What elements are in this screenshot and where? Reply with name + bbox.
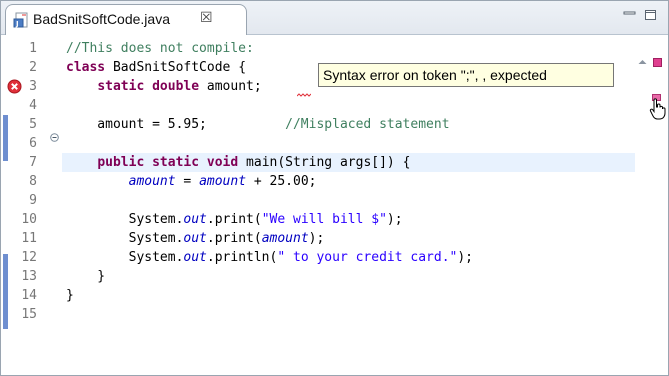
code-line[interactable]: amount = amount + 25.00; — [66, 172, 317, 191]
line-number: 14 — [21, 288, 37, 303]
code-line[interactable]: } — [66, 286, 74, 305]
line-number: 7 — [29, 155, 37, 170]
tab-badsnitsoftcode[interactable]: J BadSnitSoftCode.java ☒ — [5, 4, 247, 35]
code-line[interactable]: public static void main(String args[]) { — [66, 153, 410, 172]
line-number: 1 — [29, 41, 37, 56]
line-number: 2 — [29, 60, 37, 75]
code-line[interactable]: static double amount; — [66, 77, 261, 96]
change-bar — [3, 115, 8, 161]
line-number: 15 — [21, 307, 37, 322]
line-number: 13 — [21, 269, 37, 284]
overview-ruler[interactable] — [635, 35, 668, 375]
change-bar — [3, 254, 8, 329]
error-tooltip: Syntax error on token ";", , expected — [318, 63, 614, 87]
code-line[interactable]: System.out.println(" to your credit card… — [66, 248, 473, 267]
tab-title: BadSnitSoftCode.java — [33, 11, 170, 27]
code-line[interactable]: class BadSnitSoftCode { — [66, 58, 246, 77]
line-number: 5 — [29, 117, 37, 132]
line-number: 9 — [29, 193, 37, 208]
minimize-icon[interactable] — [623, 9, 637, 21]
close-icon[interactable]: ☒ — [200, 10, 213, 26]
code-line[interactable]: //This does not compile: — [66, 39, 254, 58]
java-file-icon: J — [13, 12, 28, 28]
scroll-up-icon[interactable] — [638, 59, 647, 65]
code-editor[interactable]: 1 2 3 4 5 6 7 8 9 10 11 12 13 14 15 //Th… — [1, 35, 668, 375]
hand-cursor-icon — [649, 98, 666, 120]
line-number: 10 — [21, 212, 37, 227]
error-marker-icon[interactable] — [653, 58, 662, 67]
code-line[interactable]: System.out.print("We will bill $"); — [66, 210, 403, 229]
line-number: 6 — [29, 136, 37, 151]
line-number: 11 — [21, 231, 37, 246]
code-line[interactable]: } — [66, 267, 105, 286]
error-icon[interactable] — [7, 79, 22, 94]
code-line[interactable]: System.out.print(amount); — [66, 229, 325, 248]
line-number: 12 — [21, 250, 37, 265]
error-squiggle — [297, 93, 311, 97]
maximize-icon[interactable] — [644, 9, 658, 21]
editor-window: J BadSnitSoftCode.java ☒ 1 2 3 4 5 6 7 8… — [0, 0, 669, 376]
line-number: 8 — [29, 174, 37, 189]
tab-bar: J BadSnitSoftCode.java ☒ — [1, 1, 668, 35]
code-line[interactable]: amount = 5.95; //Misplaced statement — [66, 115, 449, 134]
line-number: 4 — [29, 98, 37, 113]
svg-text:J: J — [15, 20, 19, 28]
fold-icon[interactable] — [50, 133, 59, 142]
